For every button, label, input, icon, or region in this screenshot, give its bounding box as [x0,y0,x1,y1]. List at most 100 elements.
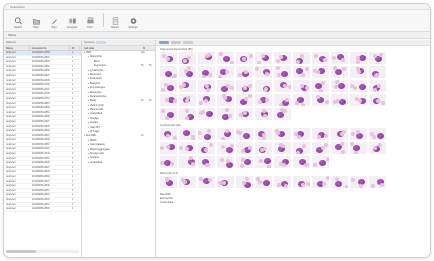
cell-image[interactable] [236,156,253,168]
cell-image[interactable] [255,52,272,64]
cell-image[interactable] [274,94,291,106]
cell-image[interactable] [369,142,386,154]
cell-image[interactable] [369,176,386,188]
cell-image[interactable] [160,142,177,154]
cell-image[interactable] [293,80,310,92]
cell-image[interactable] [160,108,177,120]
column-status[interactable]: Status [4,46,30,50]
cell-image[interactable] [179,52,196,64]
cell-image[interactable] [369,66,386,78]
cell-image[interactable] [217,108,234,120]
cell-image[interactable] [293,142,310,154]
cell-image[interactable] [293,176,310,188]
cell-image[interactable] [255,80,272,92]
slide-row[interactable]: Analyzed 20140925113509 1 [4,207,81,212]
cell-image[interactable] [179,66,196,78]
toolbar-button-search[interactable]: Search [10,17,26,29]
cell-image[interactable] [293,94,310,106]
gallery-footer-link[interactable]: Unidentified [160,201,430,205]
cell-image[interactable] [217,80,234,92]
scroll-thumb[interactable] [6,250,36,253]
cell-image[interactable] [331,128,348,140]
cell-image[interactable] [274,52,291,64]
cell-image[interactable] [160,156,177,168]
gallery-sort-button[interactable] [183,41,193,44]
toolbar-button-print[interactable]: Print [82,17,98,29]
cell-image[interactable] [160,94,177,106]
horizontal-scrollbar[interactable] [6,250,79,253]
toolbar-button-sign[interactable]: Sign [46,17,62,29]
cell-image[interactable] [274,66,291,78]
cell-image[interactable] [217,156,234,168]
cell-image[interactable] [350,52,367,64]
cell-image[interactable] [255,176,272,188]
cell-image[interactable] [369,52,386,64]
cell-image[interactable] [312,176,329,188]
cell-image[interactable] [198,52,215,64]
cell-image[interactable] [274,176,291,188]
cell-image[interactable] [160,128,177,140]
cell-image[interactable] [160,176,177,188]
cell-image[interactable] [274,108,291,120]
cell-image[interactable] [198,128,215,140]
cell-image[interactable] [198,66,215,78]
cell-image[interactable] [350,128,367,140]
gallery-view-button[interactable] [159,41,169,44]
cell-image[interactable] [293,66,310,78]
cell-image[interactable] [236,176,253,188]
cell-image[interactable] [312,80,329,92]
cell-image[interactable] [217,142,234,154]
cell-image[interactable] [369,128,386,140]
cell-image[interactable] [217,52,234,64]
cell-image[interactable] [160,80,177,92]
cell-image[interactable] [274,142,291,154]
cell-image[interactable] [179,176,196,188]
cell-image[interactable] [236,52,253,64]
cell-image[interactable] [179,94,196,106]
cell-image[interactable] [198,176,215,188]
cell-image[interactable] [350,176,367,188]
cell-image[interactable] [255,108,272,120]
cell-image[interactable] [369,80,386,92]
cell-image[interactable] [217,94,234,106]
cell-image[interactable] [160,52,177,64]
cell-image[interactable] [331,66,348,78]
cell-image[interactable] [236,66,253,78]
gallery-zoom-button[interactable] [171,41,181,44]
cell-image[interactable] [293,128,310,140]
cell-image[interactable] [312,52,329,64]
cell-image[interactable] [331,52,348,64]
cell-image[interactable] [312,94,329,106]
cell-image[interactable] [312,156,329,168]
cell-image[interactable] [350,80,367,92]
cell-image[interactable] [274,128,291,140]
cell-image[interactable] [331,176,348,188]
cell-image[interactable] [255,156,272,168]
cell-image[interactable] [350,142,367,154]
cell-image[interactable] [293,52,310,64]
cell-image[interactable] [179,142,196,154]
cell-image[interactable] [274,156,291,168]
toolbar-button-settings[interactable]: Settings [125,17,141,29]
toolbar-button-open[interactable]: Open [28,17,44,29]
cell-image[interactable] [179,80,196,92]
toolbar-button-compare[interactable]: Compare [64,17,80,29]
cell-image[interactable] [331,94,348,106]
cell-image[interactable] [160,66,177,78]
cell-image[interactable] [198,80,215,92]
cell-image[interactable] [179,156,196,168]
cell-image[interactable] [255,66,272,78]
cell-image[interactable] [312,66,329,78]
cell-image[interactable] [198,156,215,168]
column-id[interactable]: ID [70,46,80,50]
cell-image[interactable] [255,128,272,140]
cell-image[interactable] [236,94,253,106]
cell-image[interactable] [331,142,348,154]
cell-image[interactable] [274,80,291,92]
cell-image[interactable] [350,66,367,78]
view-toggle[interactable] [96,41,107,44]
cell-image[interactable] [312,142,329,154]
cell-image[interactable] [331,80,348,92]
cell-image[interactable] [179,108,196,120]
cell-image[interactable] [255,142,272,154]
